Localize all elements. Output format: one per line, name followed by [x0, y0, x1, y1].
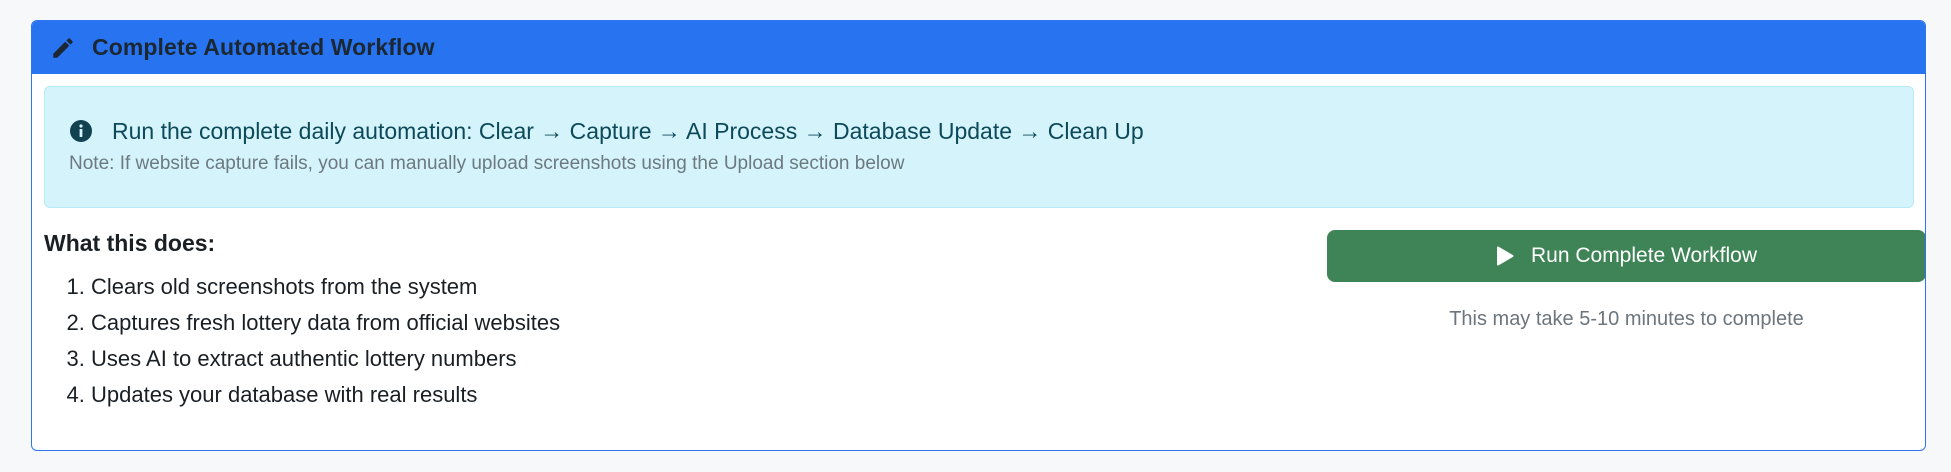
content-columns: What this does: Clears old screenshots f…	[44, 208, 1925, 428]
run-complete-workflow-button[interactable]: Run Complete Workflow	[1327, 230, 1925, 282]
duration-hint: This may take 5-10 minutes to complete	[1449, 308, 1804, 330]
list-item: Captures fresh lottery data from officia…	[91, 305, 1244, 341]
alert-message: Run the complete daily automation: Clear…	[112, 117, 1144, 144]
card-header: Complete Automated Workflow	[32, 21, 1925, 74]
action-section: Run Complete Workflow This may take 5-10…	[1327, 230, 1925, 331]
steps-list: Clears old screenshots from the system C…	[44, 269, 1244, 413]
pencil-icon	[48, 33, 78, 63]
steps-heading: What this does:	[44, 230, 216, 256]
list-item: Updates your database with real results	[91, 377, 1244, 413]
list-item: Uses AI to extract authentic lottery num…	[91, 341, 1244, 377]
workflow-card: Complete Automated Workflow Run the comp…	[31, 20, 1926, 451]
play-icon	[1496, 246, 1514, 266]
alert-note: Note: If website capture fails, you can …	[69, 153, 905, 174]
list-item: Clears old screenshots from the system	[91, 269, 1244, 305]
info-icon	[70, 120, 92, 142]
card-body: Run the complete daily automation: Clear…	[32, 74, 1925, 428]
steps-section: What this does: Clears old screenshots f…	[44, 230, 1244, 413]
info-alert: Run the complete daily automation: Clear…	[44, 86, 1914, 208]
alert-message-row: Run the complete daily automation: Clear…	[69, 114, 1889, 148]
card-title: Complete Automated Workflow	[92, 34, 435, 60]
run-button-label: Run Complete Workflow	[1530, 244, 1758, 267]
